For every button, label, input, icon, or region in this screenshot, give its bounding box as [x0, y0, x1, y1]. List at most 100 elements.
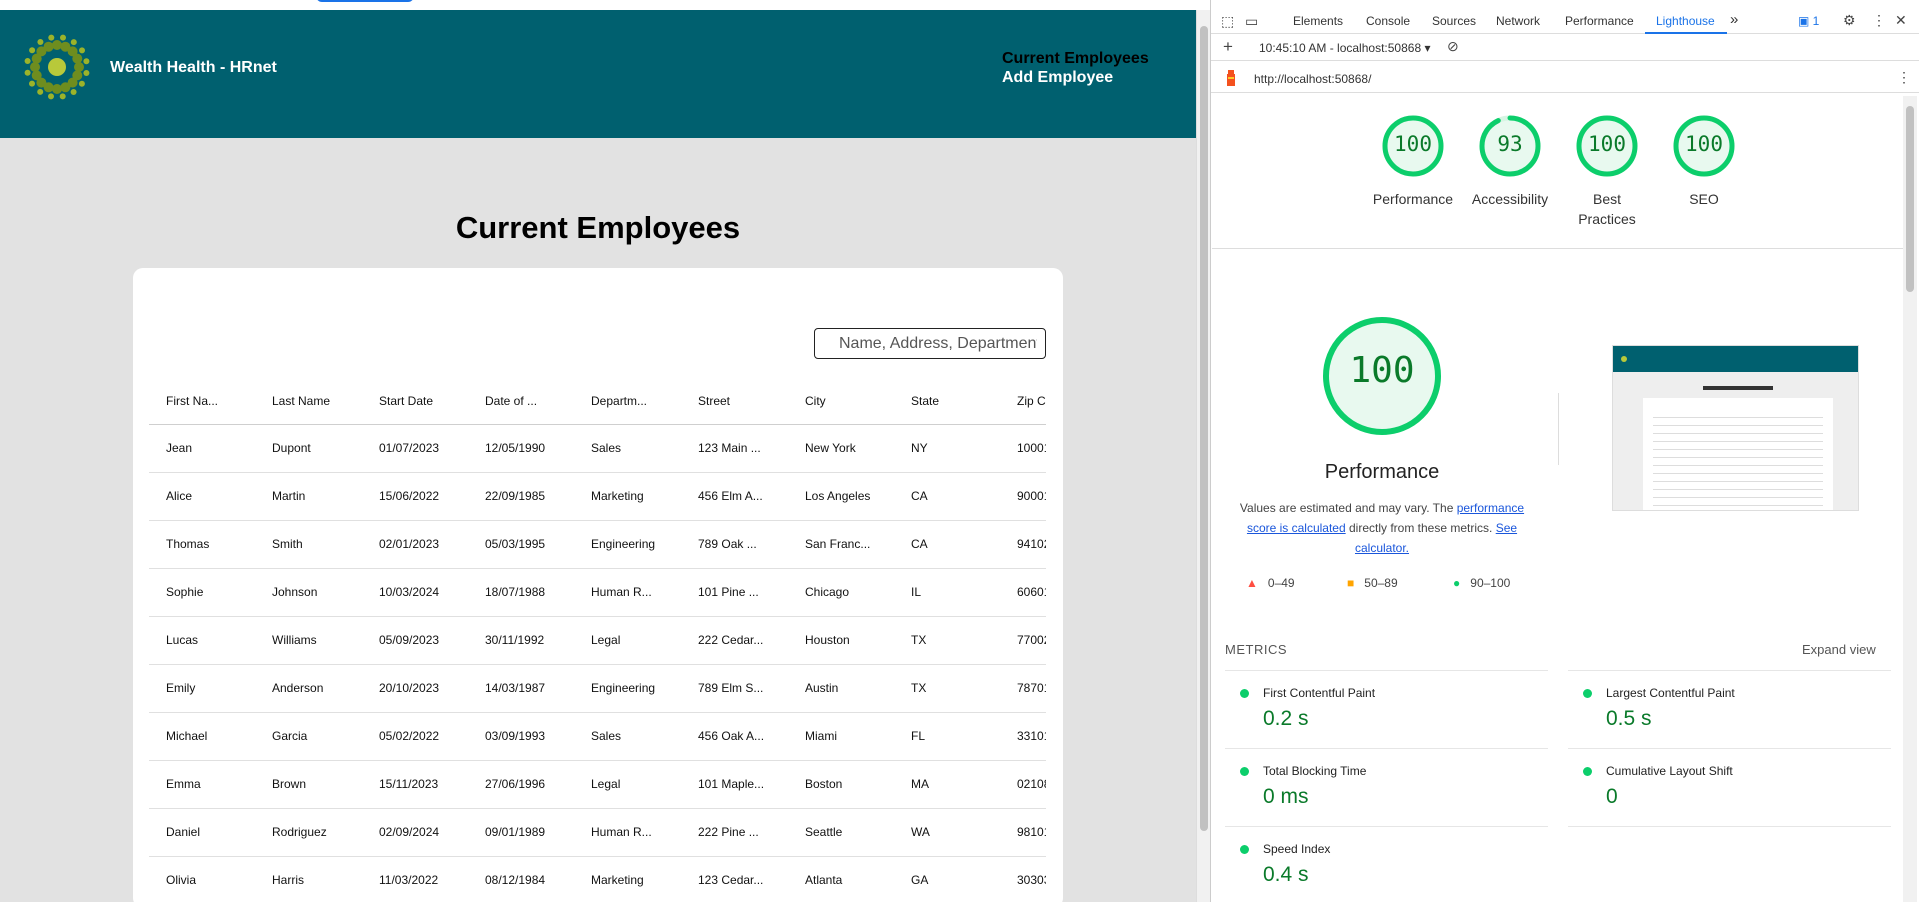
legend-pass-label: 90–100: [1470, 576, 1511, 590]
table-row[interactable]: Daniel Rodriguez 02/09/2024 09/01/1989 Human…: [149, 808, 1046, 857]
nav-link-add-employee[interactable]: Add Employee: [1002, 68, 1149, 87]
table-cell: 30303: [1000, 856, 1046, 898]
issues-icon: ▣: [1798, 14, 1813, 28]
table-cell: TX: [894, 616, 1000, 665]
column-header[interactable]: First Na...: [149, 378, 255, 425]
table-cell: Martin: [255, 472, 362, 521]
table-row[interactable]: Olivia Harris 11/03/2022 08/12/1984 Marketin…: [149, 856, 1046, 898]
column-header[interactable]: City: [788, 378, 894, 425]
table-cell: 02/09/2024: [362, 808, 468, 857]
column-header[interactable]: Start Date: [362, 378, 468, 425]
legend-average-label: 50–89: [1364, 576, 1398, 590]
scrollbar-thumb[interactable]: [1906, 106, 1914, 292]
note-text: Values are estimated and may vary. The: [1239, 501, 1457, 515]
settings-gear-icon[interactable]: ⚙: [1843, 12, 1856, 29]
metric-value: 0.2 s: [1263, 707, 1309, 730]
lighthouse-toolbar: + 10:45:10 AM - localhost:50868 ▾ ⊘: [1211, 35, 1919, 61]
tab-elements[interactable]: Elements: [1293, 14, 1343, 28]
table-row[interactable]: Sophie Johnson 10/03/2024 18/07/1988 Human R…: [149, 568, 1046, 617]
expand-view-toggle[interactable]: Expand view: [1802, 642, 1876, 657]
clear-block-icon[interactable]: ⊘: [1447, 38, 1459, 55]
tab-lighthouse[interactable]: Lighthouse: [1656, 14, 1715, 28]
table-cell: Atlanta: [788, 856, 894, 898]
table-cell: Johnson: [255, 568, 362, 617]
device-toolbar-icon[interactable]: ▭: [1245, 13, 1258, 30]
score-gauge[interactable]: 100: [1672, 114, 1736, 178]
table-row[interactable]: Alice Martin 15/06/2022 22/09/1985 Marketing…: [149, 472, 1046, 521]
table-cell: 222 Pine ...: [681, 808, 788, 857]
table-row[interactable]: Thomas Smith 02/01/2023 05/03/1995 Engineeri…: [149, 520, 1046, 569]
table-cell: 90001: [1000, 472, 1046, 521]
table-cell: Los Angeles: [788, 472, 894, 521]
devtools-vertical-scrollbar[interactable]: [1903, 96, 1917, 902]
table-cell: San Franc...: [788, 520, 894, 569]
table-cell: 456 Elm A...: [681, 472, 788, 521]
tab-performance[interactable]: Performance: [1565, 14, 1634, 28]
table-cell: Brown: [255, 760, 362, 809]
table-cell: 15/11/2023: [362, 760, 468, 809]
table-cell: 12/05/1990: [468, 424, 574, 473]
employees-card: First Na...Last NameStart DateDate of ..…: [133, 268, 1063, 902]
column-header[interactable]: State: [894, 378, 1000, 425]
table-cell: 123 Cedar...: [681, 856, 788, 898]
metric-status-dot: [1583, 689, 1592, 698]
column-header[interactable]: Departm...: [574, 378, 681, 425]
table-cell: 101 Pine ...: [681, 568, 788, 617]
scrollbar-thumb[interactable]: [1200, 26, 1208, 831]
tab-console[interactable]: Console: [1366, 14, 1410, 28]
metric-divider: [1225, 748, 1548, 749]
thumbnail-logo: [1621, 356, 1627, 362]
square-icon: ■: [1347, 576, 1355, 590]
column-header[interactable]: Date of ...: [468, 378, 574, 425]
table-cell: Legal: [574, 616, 681, 665]
nav-link-current-employees[interactable]: Current Employees: [1002, 49, 1149, 68]
column-header[interactable]: Street: [681, 378, 788, 425]
search-input[interactable]: [814, 328, 1046, 359]
table-cell: 01/07/2023: [362, 424, 468, 473]
table-cell: 02108: [1000, 760, 1046, 809]
thumbnail-rows: [1653, 410, 1823, 506]
report-url[interactable]: http://localhost:50868/: [1254, 72, 1371, 86]
table-cell: 08/12/1984: [468, 856, 574, 898]
inspect-element-icon[interactable]: ⬚: [1221, 13, 1234, 30]
page-vertical-scrollbar[interactable]: [1196, 10, 1210, 902]
table-cell: Daniel: [149, 808, 255, 857]
score-gauge[interactable]: 100: [1575, 114, 1639, 178]
table-row[interactable]: Lucas Williams 05/09/2023 30/11/1992 Legal 22…: [149, 616, 1046, 665]
more-options-icon[interactable]: ⋮: [1872, 12, 1886, 29]
employees-table-wrapper: First Na... Last Name Start Date Date of ..…: [149, 378, 1046, 898]
new-report-plus-icon[interactable]: +: [1223, 37, 1233, 57]
close-icon[interactable]: ✕: [1895, 12, 1907, 29]
table-header-row: First Na... Last Name Start Date Date of ..…: [149, 378, 1046, 425]
more-tabs-icon[interactable]: »: [1730, 11, 1738, 28]
metric-value: 0.5 s: [1606, 707, 1652, 730]
table-row[interactable]: Jean Dupont 01/07/2023 12/05/1990 Sales 123 M…: [149, 424, 1046, 473]
table-cell: Williams: [255, 616, 362, 665]
table-row[interactable]: Emma Brown 15/11/2023 27/06/1996 Legal 101 Ma…: [149, 760, 1046, 809]
table-cell: 27/06/1996: [468, 760, 574, 809]
column-header[interactable]: Zip Co: [1000, 378, 1046, 425]
metric-divider: [1568, 670, 1891, 671]
tab-network[interactable]: Network: [1496, 14, 1540, 28]
table-cell: 11/03/2022: [362, 856, 468, 898]
lighthouse-url-bar: http://localhost:50868/ ⋮: [1211, 63, 1919, 93]
column-header[interactable]: Last Name: [255, 378, 362, 425]
page-screenshot-thumbnail[interactable]: [1612, 345, 1859, 511]
score-gauge[interactable]: 100: [1381, 114, 1445, 178]
table-cell: Houston: [788, 616, 894, 665]
tab-sources[interactable]: Sources: [1432, 14, 1476, 28]
score-label: Best Practices: [1578, 191, 1636, 227]
table-cell: 03/09/1993: [468, 712, 574, 761]
report-selector[interactable]: 10:45:10 AM - localhost:50868 ▾: [1259, 41, 1431, 55]
table-cell: NY: [894, 424, 1000, 473]
metric-name: Speed Index: [1263, 842, 1331, 856]
table-cell: New York: [788, 424, 894, 473]
circle-icon: ●: [1453, 576, 1461, 590]
url-bar-more-icon[interactable]: ⋮: [1897, 69, 1911, 86]
score-gauge[interactable]: 93: [1478, 114, 1542, 178]
table-row[interactable]: Michael Garcia 05/02/2022 03/09/1993 Sales 45…: [149, 712, 1046, 761]
table-row[interactable]: Emily Anderson 20/10/2023 14/03/1987 Enginee…: [149, 664, 1046, 713]
score-value: 100: [1588, 132, 1626, 156]
issues-badge[interactable]: ▣ 1: [1798, 14, 1819, 28]
table-cell: 15/06/2022: [362, 472, 468, 521]
